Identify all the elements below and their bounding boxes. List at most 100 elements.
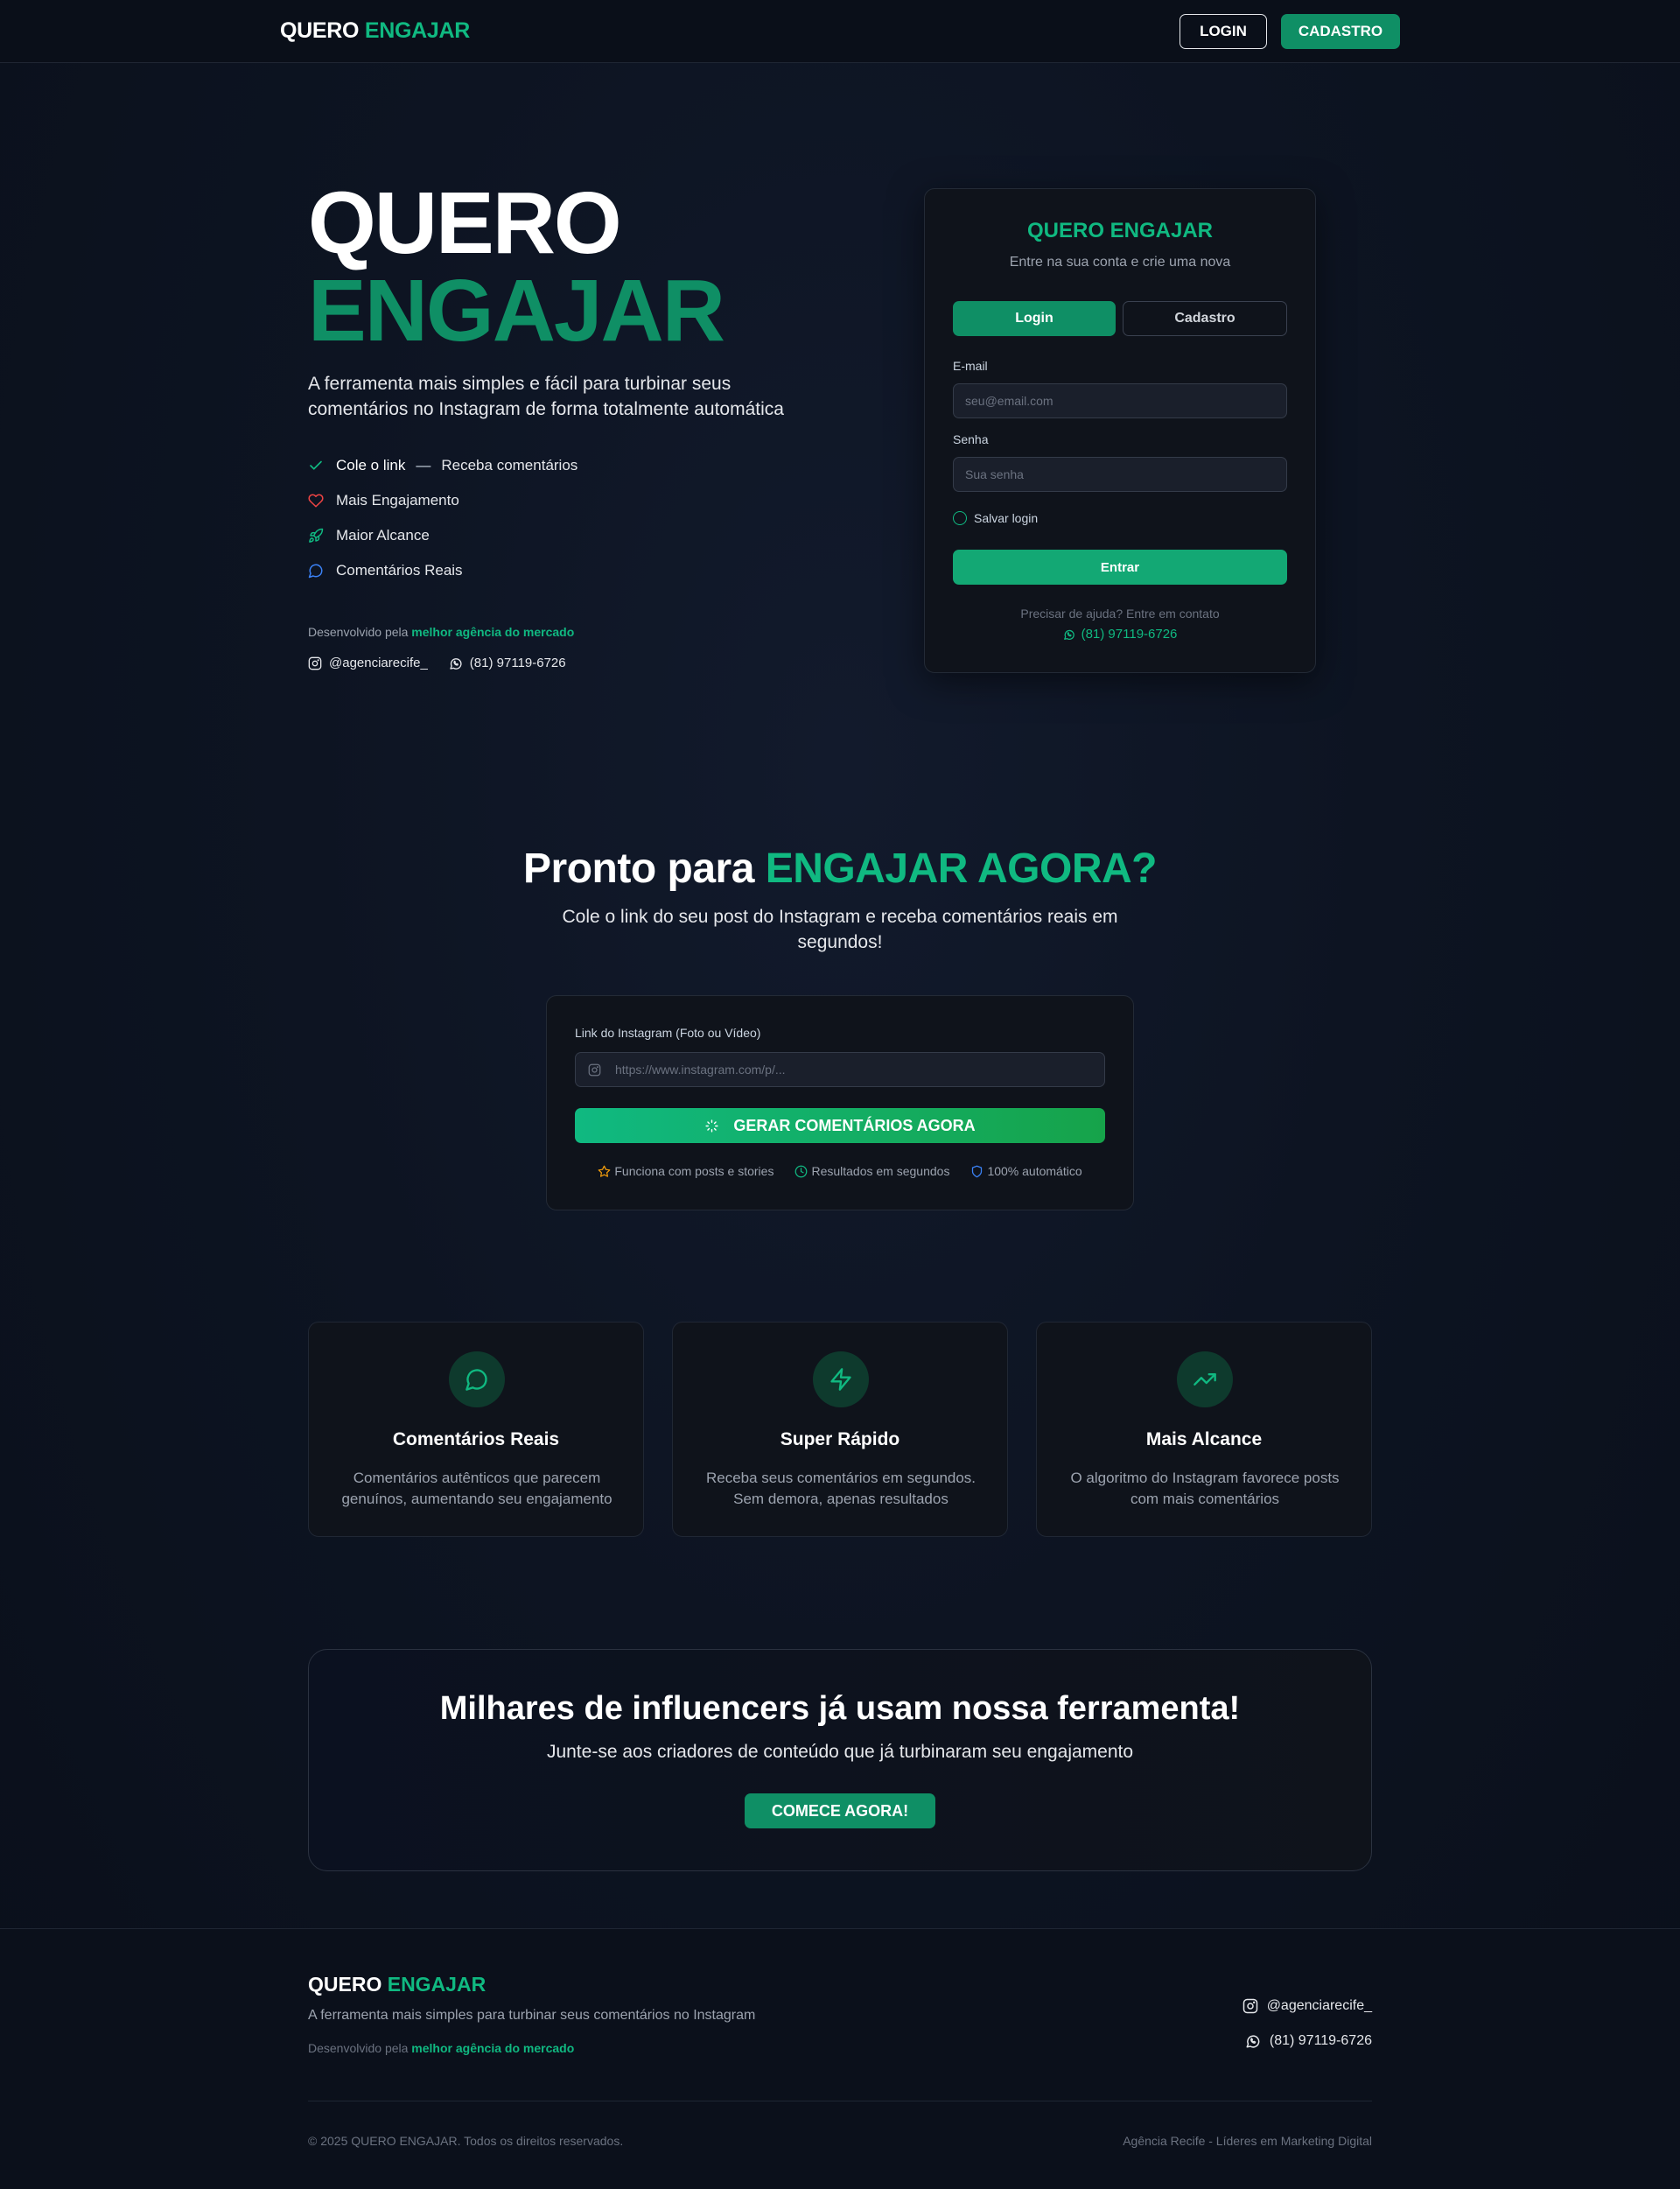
- generate-comments-button[interactable]: GERAR COMENTÁRIOS AGORA: [575, 1108, 1105, 1143]
- meta-label: 100% automático: [987, 1164, 1082, 1178]
- footer-logo[interactable]: QUERO ENGAJAR: [308, 1973, 486, 1996]
- generator-subtitle: Cole o link do seu post do Instagram e r…: [562, 907, 1118, 952]
- footer-social: @agenciarecife_ (81) 97119-6726: [1242, 1989, 1372, 2059]
- feature-dash: —: [416, 457, 431, 474]
- link-label: Link do Instagram (Foto ou Vídeo): [575, 1026, 761, 1040]
- generator-meta: Funciona com posts e stories Resultados …: [547, 1164, 1133, 1178]
- cta-section: Milhares de influencers já usam nossa fe…: [308, 1649, 1372, 1871]
- list-item: Comentários Reais: [308, 553, 578, 588]
- footer-description: A ferramenta mais simples para turbinar …: [308, 2008, 756, 2023]
- feature-icon-wrap: [1177, 1351, 1233, 1407]
- footer-instagram[interactable]: @agenciarecife_: [1242, 1989, 1372, 2024]
- instagram-icon: [588, 1063, 601, 1076]
- email-label: E-mail: [953, 359, 988, 373]
- remember-login[interactable]: Salvar login: [953, 511, 1038, 525]
- feature-card-comments: Comentários Reais Comentários autênticos…: [308, 1322, 644, 1537]
- whatsapp-icon: [1246, 2035, 1260, 2048]
- feature-description: Receba seus comentários em segundos. Sem…: [705, 1470, 976, 1507]
- chat-bubble-icon: [308, 564, 323, 579]
- feature-title: Comentários Reais: [392, 1429, 560, 1449]
- generator-heading-2: ENGAJAR AGORA?: [765, 845, 1158, 892]
- lightning-icon: [830, 1368, 851, 1391]
- generate-label: GERAR COMENTÁRIOS AGORA: [733, 1116, 976, 1134]
- link-placeholder: https://www.instagram.com/p/...: [615, 1063, 786, 1077]
- help-phone-link[interactable]: (81) 97119-6726: [925, 627, 1315, 642]
- feature-label-2: Receba comentários: [441, 457, 578, 474]
- footer-dev-prefix: Desenvolvido pela: [308, 2041, 409, 2055]
- feature-icon-wrap: [449, 1351, 505, 1407]
- list-item: Maior Alcance: [308, 518, 578, 553]
- feature-label: Cole o link: [336, 457, 406, 474]
- cta-subtitle: Junte-se aos criadores de conteúdo que j…: [546, 1742, 1134, 1762]
- meta-label: Funciona com posts e stories: [614, 1164, 774, 1178]
- logo-text-2: ENGAJAR: [364, 18, 470, 43]
- instagram-icon: [308, 656, 322, 670]
- footer-instagram-handle: @agenciarecife_: [1266, 1998, 1372, 2013]
- heart-icon: [308, 494, 324, 508]
- footer-tagline: Agência Recife - Líderes em Marketing Di…: [1123, 2134, 1372, 2148]
- cta-title: Milhares de influencers já usam nossa fe…: [439, 1690, 1241, 1727]
- top-navbar: QUERO ENGAJAR LOGIN CADASTRO: [0, 0, 1680, 63]
- clock-icon: [795, 1165, 808, 1177]
- meta-item: Funciona com posts e stories: [598, 1164, 774, 1178]
- dev-prefix: Desenvolvido pela: [308, 625, 409, 639]
- rocket-icon: [309, 528, 324, 543]
- meta-label: Resultados em segundos: [811, 1164, 950, 1178]
- generator-heading-1: Pronto para: [523, 845, 754, 892]
- hero-feature-list: Cole o link — Receba comentários Mais En…: [308, 448, 578, 588]
- footer-agency-link[interactable]: melhor agência do mercado: [411, 2041, 574, 2055]
- remember-label: Salvar login: [974, 511, 1039, 525]
- generator-card: Link do Instagram (Foto ou Vídeo) https:…: [546, 995, 1134, 1210]
- hero-contacts: @agenciarecife_ (81) 97119-6726: [308, 656, 587, 670]
- logo-text-1: QUERO: [280, 18, 360, 43]
- hero-title-line2: ENGAJAR: [308, 262, 725, 360]
- feature-card-reach: Mais Alcance O algoritmo do Instagram fa…: [1036, 1322, 1372, 1537]
- email-field[interactable]: seu@email.com: [953, 383, 1287, 418]
- feature-label: Mais Engajamento: [336, 492, 459, 509]
- instagram-handle: @agenciarecife_: [329, 656, 428, 670]
- remember-checkbox[interactable]: [953, 511, 967, 525]
- start-now-button[interactable]: COMECE AGORA!: [745, 1793, 935, 1828]
- developed-by: Desenvolvido pela melhor agência do merc…: [308, 625, 574, 639]
- list-item: Mais Engajamento: [308, 483, 578, 518]
- instagram-icon: [1242, 1998, 1257, 2014]
- footer-phone: (81) 97119-6726: [1269, 2033, 1372, 2048]
- hero-title: QUERO ENGAJAR: [308, 174, 725, 360]
- feature-label: Maior Alcance: [336, 527, 430, 544]
- feature-description: O algoritmo do Instagram favorece posts …: [1070, 1470, 1340, 1507]
- tab-login[interactable]: Login: [953, 301, 1116, 336]
- agency-link[interactable]: melhor agência do mercado: [411, 625, 574, 639]
- login-card-subtitle: Entre na sua conta e crie uma nova: [1009, 255, 1231, 270]
- footer-logo-text-1: QUERO: [308, 1973, 382, 1996]
- nav-cadastro-button[interactable]: CADASTRO: [1281, 14, 1400, 49]
- instagram-link-input[interactable]: https://www.instagram.com/p/...: [575, 1052, 1105, 1087]
- submit-button[interactable]: Entrar: [953, 550, 1287, 585]
- login-card-title: QUERO ENGAJAR: [1026, 219, 1214, 242]
- feature-label: Comentários Reais: [336, 562, 463, 579]
- generator-heading: Pronto para ENGAJAR AGORA?: [0, 845, 1680, 893]
- chat-bubble-icon: [466, 1369, 487, 1391]
- help-text: Precisar de ajuda? Entre em contato: [1020, 607, 1220, 621]
- copyright: © 2025 QUERO ENGAJAR. Todos os direitos …: [308, 2134, 624, 2148]
- feature-title: Mais Alcance: [1145, 1429, 1263, 1449]
- help-phone-number: (81) 97119-6726: [1081, 627, 1178, 642]
- feature-description: Comentários autênticos que parecem genuí…: [341, 1470, 612, 1507]
- whatsapp-icon: [450, 657, 462, 670]
- password-field[interactable]: Sua senha: [953, 457, 1287, 492]
- password-label: Senha: [953, 432, 989, 446]
- login-card: QUERO ENGAJAR Entre na sua conta e crie …: [924, 188, 1316, 673]
- instagram-contact[interactable]: @agenciarecife_: [308, 656, 428, 670]
- feature-icon-wrap: [813, 1351, 869, 1407]
- meta-item: Resultados em segundos: [794, 1164, 949, 1178]
- hero-description: A ferramenta mais simples e fácil para t…: [308, 374, 784, 419]
- hero-title-line1: QUERO: [308, 174, 622, 272]
- footer-whatsapp[interactable]: (81) 97119-6726: [1242, 2024, 1372, 2059]
- sparkles-icon: [705, 1119, 718, 1133]
- tab-cadastro[interactable]: Cadastro: [1123, 301, 1287, 336]
- footer: QUERO ENGAJAR A ferramenta mais simples …: [0, 1928, 1680, 2189]
- logo[interactable]: QUERO ENGAJAR: [280, 18, 470, 44]
- whatsapp-contact[interactable]: (81) 97119-6726: [449, 656, 566, 670]
- footer-developed-by: Desenvolvido pela melhor agência do merc…: [308, 2041, 574, 2055]
- nav-login-button[interactable]: LOGIN: [1180, 14, 1267, 49]
- whatsapp-icon: [1063, 629, 1074, 640]
